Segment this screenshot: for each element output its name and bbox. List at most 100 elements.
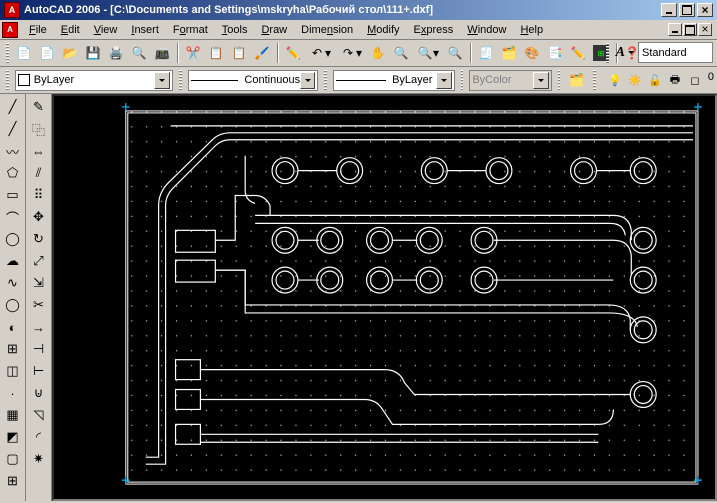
sheet-set-button[interactable]: 📑 — [544, 42, 566, 64]
toolbar-grip[interactable] — [324, 70, 327, 90]
polygon-tool[interactable]: ⬠ — [2, 162, 24, 184]
table-tool[interactable]: ⊞ — [2, 470, 24, 492]
menu-dimension[interactable]: Dimension — [294, 22, 360, 38]
layer-freeze-icon[interactable]: ☀️ — [626, 71, 644, 89]
redo-button[interactable]: ↷▾ — [336, 42, 366, 64]
markup-set-button[interactable]: ✏️ — [567, 42, 589, 64]
toolbar-grip[interactable] — [179, 70, 182, 90]
fillet-tool[interactable]: ◜ — [28, 426, 50, 448]
maximize-button[interactable] — [679, 3, 695, 17]
block-editor-button[interactable]: ✏️ — [282, 42, 304, 64]
lineweight-preview — [336, 80, 386, 81]
menu-draw[interactable]: Draw — [254, 22, 294, 38]
layer-manager-button[interactable]: 🗂️ — [566, 69, 587, 91]
new-sheet-button[interactable]: 📄 — [36, 42, 58, 64]
circle-tool[interactable]: ◯ — [2, 228, 24, 250]
design-center-button[interactable]: 🗂️ — [498, 42, 520, 64]
qnew-button[interactable]: 📄 — [13, 42, 35, 64]
open-button[interactable]: 📂 — [59, 42, 81, 64]
copy-button[interactable]: 📋 — [205, 42, 227, 64]
make-block-tool[interactable]: ◫ — [2, 360, 24, 382]
menu-file[interactable]: File — [22, 22, 54, 38]
scale-tool[interactable]: ⤢ — [28, 250, 50, 272]
toolbar-grip[interactable] — [558, 70, 561, 90]
drawing-canvas[interactable] — [52, 94, 717, 501]
arc-tool[interactable]: ⌒ — [2, 206, 24, 228]
construction-line-tool[interactable]: ╱ — [2, 118, 24, 140]
menu-edit[interactable]: Edit — [54, 22, 87, 38]
text-style-combo[interactable]: Standard — [638, 42, 713, 63]
text-style-icon[interactable]: A — [614, 45, 636, 61]
polyline-tool[interactable]: 〰 — [2, 140, 24, 162]
menu-tools[interactable]: Tools — [215, 22, 255, 38]
explode-tool[interactable]: ✷ — [28, 448, 50, 470]
spline-tool[interactable]: ∿ — [2, 272, 24, 294]
toolbar-grip[interactable] — [6, 43, 9, 63]
linetype-combo[interactable]: Continuous — [188, 70, 318, 91]
toolbar-grip[interactable] — [593, 70, 596, 90]
properties-button[interactable]: 🧾 — [475, 42, 497, 64]
close-button[interactable] — [697, 3, 713, 17]
ellipse-arc-tool[interactable]: ◐ — [2, 316, 24, 338]
menu-help[interactable]: Help — [513, 22, 550, 38]
zoom-previous-button[interactable]: 🔍 — [444, 42, 466, 64]
ellipse-tool[interactable]: ◯ — [2, 294, 24, 316]
insert-block-tool[interactable]: ⊞ — [2, 338, 24, 360]
menu-view[interactable]: View — [87, 22, 125, 38]
paste-button[interactable]: 📋 — [228, 42, 250, 64]
undo-button[interactable]: ↶▾ — [305, 42, 335, 64]
move-tool[interactable]: ✥ — [28, 206, 50, 228]
rotate-tool[interactable]: ↻ — [28, 228, 50, 250]
offset-tool[interactable]: ⫽ — [28, 162, 50, 184]
copy-tool[interactable]: ⿻ — [28, 118, 50, 140]
revision-cloud-tool[interactable]: ☁ — [2, 250, 24, 272]
hatch-tool[interactable]: ▦ — [2, 404, 24, 426]
menu-format[interactable]: Format — [166, 22, 215, 38]
tool-palettes-button[interactable]: 🎨 — [521, 42, 543, 64]
zoom-window-button[interactable]: 🔍▾ — [413, 42, 443, 64]
publish-button[interactable]: 📠 — [151, 42, 173, 64]
save-button[interactable]: 💾 — [82, 42, 104, 64]
extend-tool[interactable]: → — [28, 316, 50, 338]
toolbar-grip[interactable] — [461, 70, 464, 90]
trim-tool[interactable]: ✂ — [28, 294, 50, 316]
array-tool[interactable]: ⠿ — [28, 184, 50, 206]
menu-modify[interactable]: Modify — [360, 22, 406, 38]
stretch-tool[interactable]: ⇲ — [28, 272, 50, 294]
plot-button[interactable]: 🖨️ — [105, 42, 127, 64]
cut-button[interactable]: ✂️ — [182, 42, 204, 64]
toolbar-grip[interactable] — [6, 70, 9, 90]
layer-lock-icon[interactable]: 🔓 — [646, 71, 664, 89]
menu-window[interactable]: Window — [460, 22, 513, 38]
menu-express[interactable]: Express — [407, 22, 461, 38]
erase-tool[interactable]: ✎ — [28, 96, 50, 118]
mdi-minimize-button[interactable] — [668, 23, 682, 36]
linetype-value: Continuous — [244, 74, 300, 86]
point-tool[interactable]: · — [2, 382, 24, 404]
document-icon[interactable]: A — [2, 22, 18, 38]
gradient-tool[interactable]: ◩ — [2, 426, 24, 448]
layer-plot-icon[interactable]: 🖶 — [666, 71, 684, 89]
rectangle-tool[interactable]: ▭ — [2, 184, 24, 206]
color-combo[interactable]: ByLayer — [15, 70, 174, 91]
zoom-realtime-button[interactable]: 🔍 — [390, 42, 412, 64]
lineweight-combo[interactable]: ByLayer — [333, 70, 454, 91]
chamfer-tool[interactable]: ◹ — [28, 404, 50, 426]
menu-insert[interactable]: Insert — [124, 22, 166, 38]
toolbar-grip[interactable] — [606, 43, 609, 63]
region-tool[interactable]: ▢ — [2, 448, 24, 470]
mirror-tool[interactable]: ⇔ — [28, 140, 50, 162]
match-properties-button[interactable]: 🖌️ — [251, 42, 273, 64]
plotstyle-combo[interactable]: ByColor — [469, 70, 551, 91]
pan-button[interactable]: ✋ — [367, 42, 389, 64]
join-tool[interactable]: ⊍ — [28, 382, 50, 404]
break-at-point-tool[interactable]: ⊣ — [28, 338, 50, 360]
minimize-button[interactable] — [661, 3, 677, 17]
plot-preview-button[interactable]: 🔍 — [128, 42, 150, 64]
line-tool[interactable]: ╱ — [2, 96, 24, 118]
layer-color-icon[interactable]: ◻ — [686, 71, 704, 89]
layer-on-icon[interactable]: 💡 — [606, 71, 624, 89]
break-tool[interactable]: ⊢ — [28, 360, 50, 382]
mdi-restore-button[interactable] — [683, 23, 697, 36]
mdi-close-button[interactable] — [698, 23, 712, 36]
